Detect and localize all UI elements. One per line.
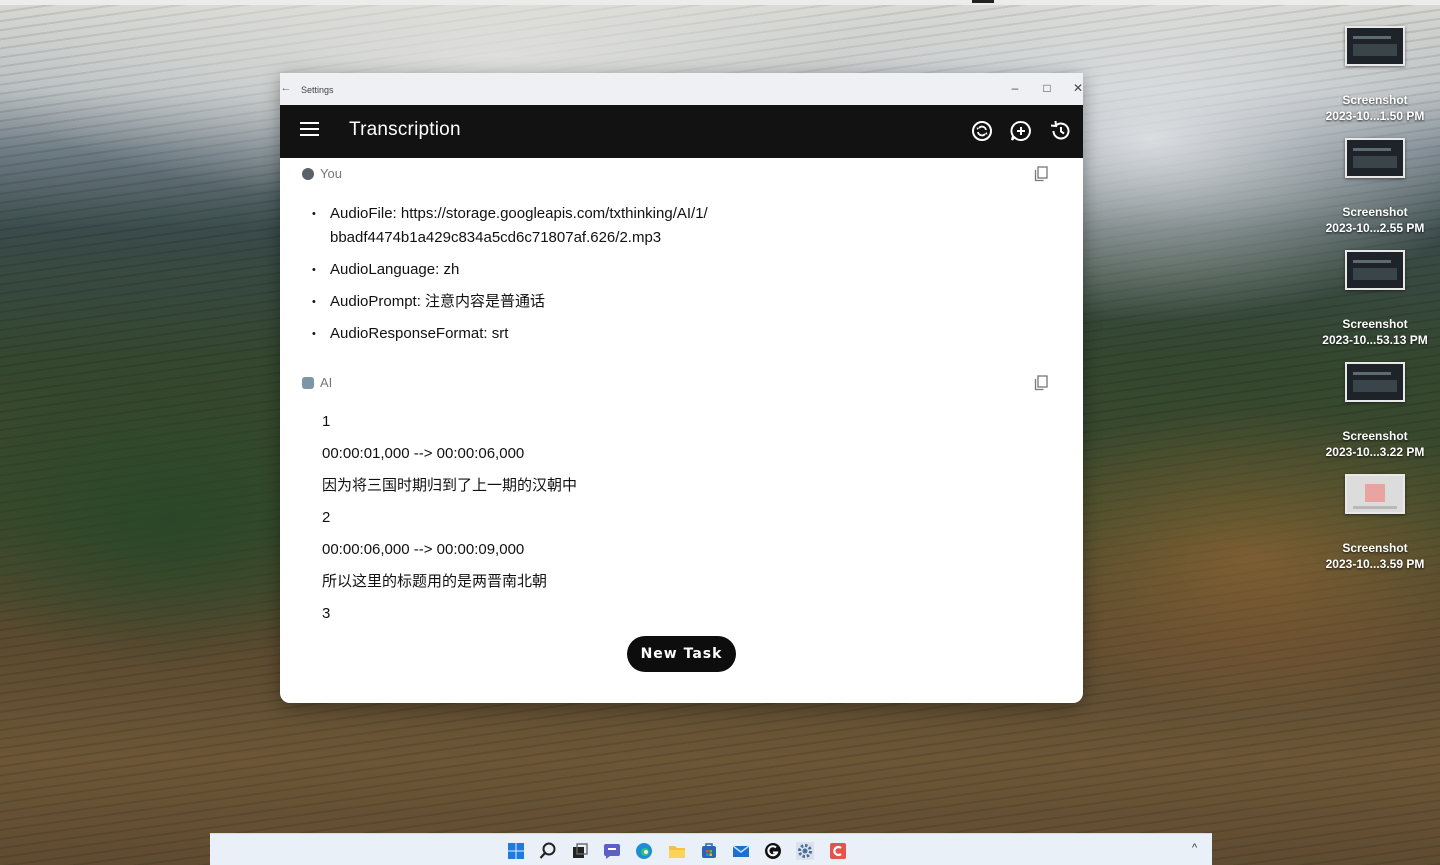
history-icon[interactable] bbox=[1049, 119, 1073, 143]
label-line1: Screenshot bbox=[1342, 93, 1408, 107]
screenshot-thumbnail-icon bbox=[1345, 474, 1405, 514]
store-icon[interactable] bbox=[700, 842, 718, 860]
list-item: AudioLanguage: zh bbox=[312, 258, 850, 282]
chat-icon[interactable] bbox=[603, 842, 621, 860]
screenshot-thumbnail-icon bbox=[1345, 362, 1405, 402]
new-task-button[interactable]: New Task bbox=[627, 636, 736, 672]
menu-indicator bbox=[972, 0, 994, 3]
desktop-screenshot-5[interactable]: Screenshot 2023-10...3.59 PM bbox=[1310, 474, 1440, 572]
label-line1: Screenshot bbox=[1342, 317, 1408, 331]
minimize-button[interactable]: – bbox=[1004, 78, 1026, 98]
tray-overflow-chevron-icon[interactable]: ^ bbox=[1192, 842, 1197, 854]
user-message-header: You bbox=[302, 166, 342, 182]
app-window: ← Settings – □ ✕ Transcription You • Aud… bbox=[280, 73, 1083, 703]
close-button[interactable]: ✕ bbox=[1067, 78, 1083, 98]
desktop-icon-label: Screenshot 2023-10...1.50 PM bbox=[1310, 92, 1440, 124]
label-line1: Screenshot bbox=[1342, 205, 1408, 219]
github-icon[interactable] bbox=[764, 842, 782, 860]
file-explorer-icon[interactable] bbox=[668, 842, 686, 860]
copy-icon[interactable] bbox=[1034, 166, 1048, 182]
screenshot-thumbnail-icon bbox=[1345, 250, 1405, 290]
taskbar: ^ bbox=[210, 833, 1212, 865]
settings-sync-icon[interactable] bbox=[970, 119, 994, 143]
desktop-icon-label: Screenshot 2023-10...3.59 PM bbox=[1310, 540, 1440, 572]
desktop-screenshot-1[interactable]: Screenshot 2023-10...1.50 PM bbox=[1310, 26, 1440, 124]
srt-line: 3 bbox=[322, 605, 331, 622]
label-line2: 2023-10...1.50 PM bbox=[1325, 109, 1425, 123]
screenshot-thumbnail-icon bbox=[1345, 138, 1405, 178]
screenshot-thumbnail-icon bbox=[1345, 26, 1405, 66]
label-line2: 2023-10...3.22 PM bbox=[1325, 445, 1425, 459]
ai-label: AI bbox=[320, 375, 333, 390]
srt-line: 00:00:01,000 --> 00:00:06,000 bbox=[322, 445, 525, 462]
list-item: AudioPrompt: 注意内容是普通话 bbox=[312, 290, 850, 314]
audio-file-line1: AudioFile: https://storage.googleapis.co… bbox=[330, 205, 708, 222]
label-line1: Screenshot bbox=[1342, 541, 1408, 555]
desktop-screenshot-4[interactable]: Screenshot 2023-10...3.22 PM bbox=[1310, 362, 1440, 460]
srt-line: 所以这里的标题用的是两晋南北朝 bbox=[322, 573, 548, 590]
ai-message-header: AI bbox=[302, 375, 332, 391]
window-title: Settings bbox=[301, 85, 334, 95]
mail-icon[interactable] bbox=[732, 842, 750, 860]
chat-content[interactable]: You AudioFile: https://storage.googleapi… bbox=[280, 158, 1083, 703]
edge-icon[interactable] bbox=[635, 842, 653, 860]
user-avatar-icon bbox=[302, 168, 314, 180]
ai-avatar-icon bbox=[302, 377, 314, 389]
audio-language: AudioLanguage: zh bbox=[330, 261, 460, 278]
desktop-icon-label: Screenshot 2023-10...2.55 PM bbox=[1310, 204, 1440, 236]
list-item: AudioResponseFormat: srt bbox=[312, 322, 850, 346]
hamburger-menu-icon[interactable] bbox=[300, 122, 319, 136]
srt-line: 2 bbox=[322, 509, 331, 526]
windows-start-icon[interactable] bbox=[507, 842, 525, 860]
label-line2: 2023-10...2.55 PM bbox=[1325, 221, 1425, 235]
task-view-icon[interactable] bbox=[571, 842, 589, 860]
label-line2: 2023-10...3.59 PM bbox=[1325, 557, 1425, 571]
settings-gear-icon[interactable] bbox=[796, 842, 814, 860]
list-item: AudioFile: https://storage.googleapis.co… bbox=[312, 202, 850, 250]
audio-response-format: AudioResponseFormat: srt bbox=[330, 325, 509, 342]
user-message-list: AudioFile: https://storage.googleapis.co… bbox=[312, 202, 850, 354]
user-label: You bbox=[320, 166, 342, 181]
srt-line: 1 bbox=[322, 413, 331, 430]
srt-line: 因为将三国时期归到了上一期的汉朝中 bbox=[322, 477, 578, 494]
maximize-button[interactable]: □ bbox=[1036, 78, 1058, 98]
add-chat-icon[interactable] bbox=[1009, 119, 1033, 143]
back-arrow-icon[interactable]: ← bbox=[280, 82, 292, 94]
window-titlebar: ← Settings – □ ✕ bbox=[280, 73, 1083, 105]
audio-prompt: AudioPrompt: 注意内容是普通话 bbox=[330, 293, 546, 310]
label-line2: 2023-10...53.13 PM bbox=[1322, 333, 1428, 347]
copy-icon[interactable] bbox=[1034, 375, 1048, 391]
app-c-icon[interactable] bbox=[829, 842, 847, 860]
desktop-screenshot-2[interactable]: Screenshot 2023-10...2.55 PM bbox=[1310, 138, 1440, 236]
desktop-icon-label: Screenshot 2023-10...3.22 PM bbox=[1310, 428, 1440, 460]
ai-message-body: 1 00:00:01,000 --> 00:00:06,000 因为将三国时期归… bbox=[322, 410, 922, 634]
search-icon[interactable] bbox=[539, 842, 557, 860]
page-title: Transcription bbox=[349, 119, 461, 140]
desktop-screenshot-3[interactable]: Screenshot 2023-10...53.13 PM bbox=[1310, 250, 1440, 348]
desktop-icon-label: Screenshot 2023-10...53.13 PM bbox=[1310, 316, 1440, 348]
mac-menu-strip bbox=[0, 0, 1440, 5]
app-bar: Transcription bbox=[280, 105, 1083, 158]
label-line1: Screenshot bbox=[1342, 429, 1408, 443]
audio-file-line2: bbadf4474b1a429c834a5cd6c71807af.626/2.m… bbox=[330, 229, 662, 246]
srt-line: 00:00:06,000 --> 00:00:09,000 bbox=[322, 541, 525, 558]
